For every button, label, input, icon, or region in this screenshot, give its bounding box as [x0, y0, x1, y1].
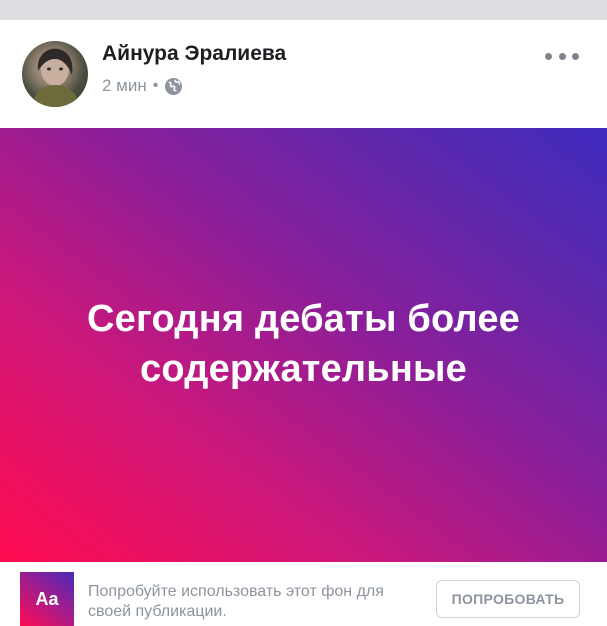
aa-background-icon[interactable]: Aa: [20, 572, 74, 626]
background-promo: Aa Попробуйте использовать этот фон для …: [0, 562, 607, 626]
globe-icon[interactable]: [164, 77, 183, 96]
post-meta: 2 мин •: [102, 76, 183, 96]
meta-separator: •: [152, 77, 159, 94]
post-background-banner[interactable]: Сегодня дебаты более содержательные: [0, 128, 607, 562]
post-background-text: Сегодня дебаты более содержательные: [86, 297, 521, 390]
more-options-button[interactable]: [545, 50, 579, 62]
try-button[interactable]: ПОПРОБОВАТЬ: [436, 580, 580, 618]
more-horizontal-icon: [545, 52, 552, 60]
avatar-photo: [32, 48, 80, 107]
top-strip: [0, 0, 607, 20]
author-name[interactable]: Айнура Эралиева: [102, 42, 286, 66]
post-time[interactable]: 2 мин: [102, 76, 147, 96]
post-header: Айнура Эралиева 2 мин •: [0, 20, 607, 128]
avatar[interactable]: [22, 41, 88, 107]
promo-text: Попробуйте использовать этот фон для сво…: [88, 583, 384, 620]
